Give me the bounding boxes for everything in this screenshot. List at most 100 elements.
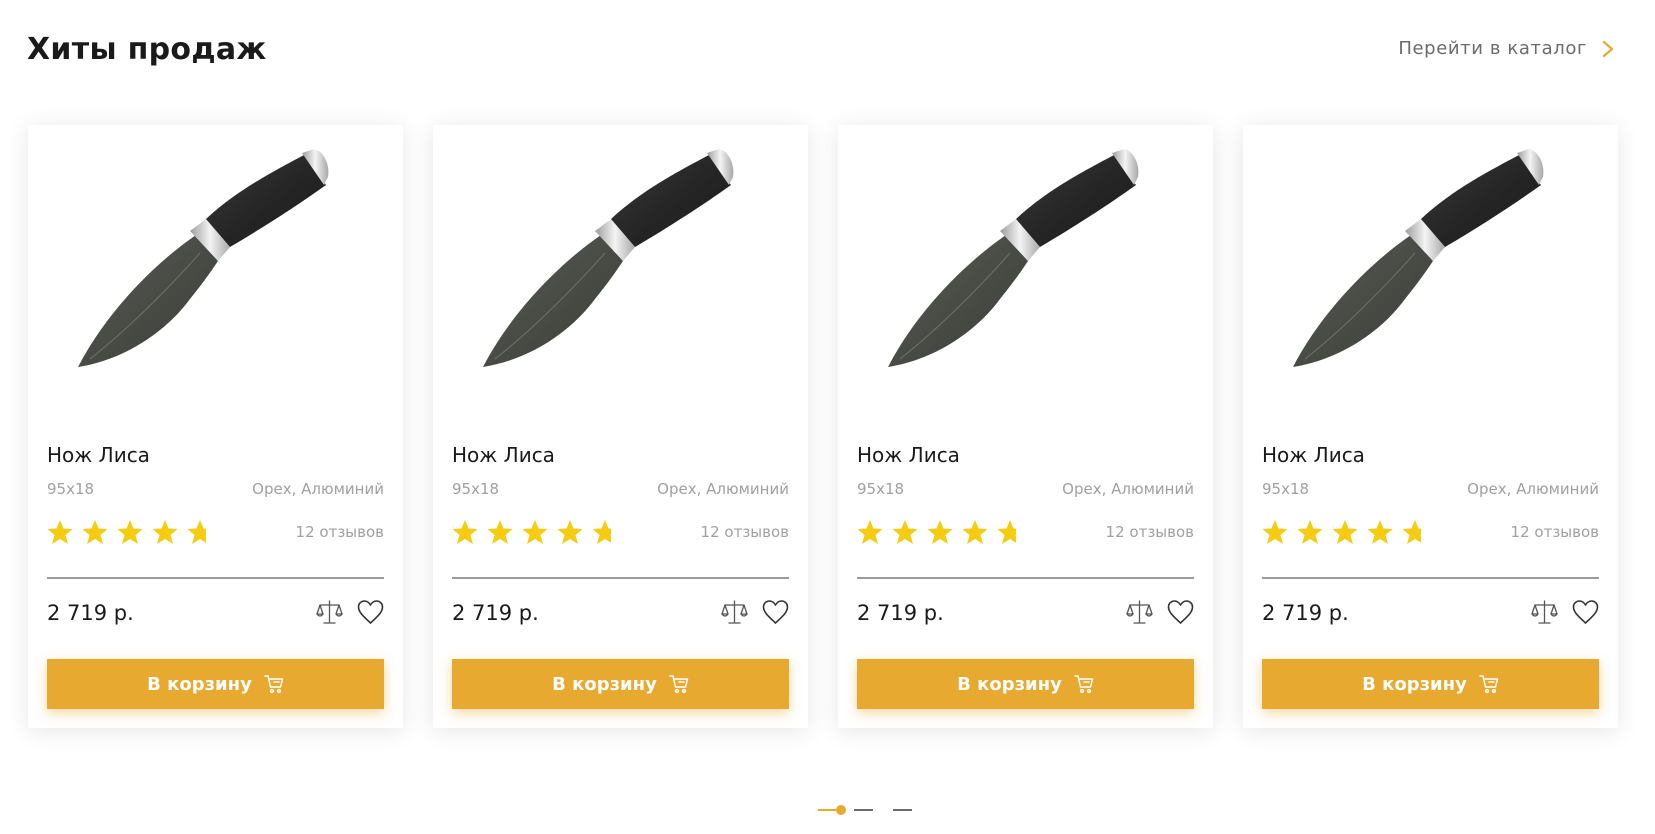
price-row: 2 719 р. xyxy=(1262,599,1599,626)
product-name[interactable]: Нож Лиса xyxy=(452,443,555,467)
product-name[interactable]: Нож Лиса xyxy=(1262,443,1365,467)
catalog-link-label: Перейти в каталог xyxy=(1398,38,1587,59)
star-filled-icon xyxy=(927,520,953,544)
product-image[interactable] xyxy=(78,149,358,389)
add-to-cart-button[interactable]: В корзину xyxy=(47,659,384,709)
heart-icon[interactable] xyxy=(1167,599,1194,626)
product-material: Орех, Алюминий xyxy=(252,480,384,498)
star-filled-icon xyxy=(857,520,883,544)
star-filled-icon xyxy=(962,520,988,544)
rating-stars xyxy=(1262,519,1428,545)
star-filled-icon xyxy=(117,520,143,544)
divider xyxy=(452,577,789,579)
cart-icon xyxy=(669,675,689,694)
product-image[interactable] xyxy=(1293,149,1573,389)
cart-icon xyxy=(1479,675,1499,694)
star-half-icon xyxy=(1402,520,1421,544)
product-name[interactable]: Нож Лиса xyxy=(47,443,150,467)
pagination-dot xyxy=(836,805,846,815)
scales-icon[interactable] xyxy=(721,599,748,626)
add-to-cart-button[interactable]: В корзину xyxy=(1262,659,1599,709)
product-meta: 95х18 Орех, Алюминий xyxy=(857,480,1194,498)
scales-icon[interactable] xyxy=(1531,599,1558,626)
divider xyxy=(857,577,1194,579)
star-half-icon xyxy=(187,520,206,544)
price-row: 2 719 р. xyxy=(47,599,384,626)
cart-icon xyxy=(1074,675,1094,694)
pagination-page[interactable] xyxy=(854,809,873,811)
product-actions xyxy=(721,599,789,626)
star-filled-icon xyxy=(47,520,73,544)
divider xyxy=(47,577,384,579)
rating-row: 12 отзывов xyxy=(47,519,384,545)
reviews-count[interactable]: 12 отзывов xyxy=(701,523,789,541)
star-half-icon xyxy=(997,520,1016,544)
star-filled-icon xyxy=(487,520,513,544)
product-material: Орех, Алюминий xyxy=(657,480,789,498)
product-steel: 95х18 xyxy=(857,480,905,498)
product-card: Нож Лиса 95х18 Орех, Алюминий 12 отзывов… xyxy=(1243,125,1618,728)
product-steel: 95х18 xyxy=(452,480,500,498)
rating-row: 12 отзывов xyxy=(857,519,1194,545)
rating-stars xyxy=(857,519,1023,545)
product-material: Орех, Алюминий xyxy=(1062,480,1194,498)
product-steel: 95х18 xyxy=(47,480,95,498)
star-filled-icon xyxy=(1332,520,1358,544)
carousel-pagination xyxy=(818,805,912,815)
product-price: 2 719 р. xyxy=(1262,600,1349,625)
rating-stars xyxy=(452,519,618,545)
chevron-right-icon xyxy=(1602,40,1614,57)
star-filled-icon xyxy=(892,520,918,544)
product-image[interactable] xyxy=(888,149,1168,389)
star-filled-icon xyxy=(1297,520,1323,544)
add-to-cart-button[interactable]: В корзину xyxy=(452,659,789,709)
add-to-cart-button[interactable]: В корзину xyxy=(857,659,1194,709)
pagination-page-active[interactable] xyxy=(818,805,846,815)
scales-icon[interactable] xyxy=(316,599,343,626)
product-price: 2 719 р. xyxy=(47,600,134,625)
scales-icon[interactable] xyxy=(1126,599,1153,626)
add-to-cart-label: В корзину xyxy=(552,673,657,695)
reviews-count[interactable]: 12 отзывов xyxy=(1106,523,1194,541)
product-card: Нож Лиса 95х18 Орех, Алюминий 12 отзывов… xyxy=(838,125,1213,728)
star-filled-icon xyxy=(82,520,108,544)
product-actions xyxy=(1126,599,1194,626)
heart-icon[interactable] xyxy=(357,599,384,626)
add-to-cart-label: В корзину xyxy=(1362,673,1467,695)
product-meta: 95х18 Орех, Алюминий xyxy=(1262,480,1599,498)
pagination-line xyxy=(818,809,836,811)
star-filled-icon xyxy=(522,520,548,544)
star-half-icon xyxy=(592,520,611,544)
product-steel: 95х18 xyxy=(1262,480,1310,498)
price-row: 2 719 р. xyxy=(452,599,789,626)
product-actions xyxy=(1531,599,1599,626)
star-filled-icon xyxy=(1367,520,1393,544)
product-name[interactable]: Нож Лиса xyxy=(857,443,960,467)
add-to-cart-label: В корзину xyxy=(957,673,1062,695)
product-meta: 95х18 Орех, Алюминий xyxy=(452,480,789,498)
cart-icon xyxy=(264,675,284,694)
heart-icon[interactable] xyxy=(762,599,789,626)
star-filled-icon xyxy=(152,520,178,544)
product-price: 2 719 р. xyxy=(452,600,539,625)
price-row: 2 719 р. xyxy=(857,599,1194,626)
pagination-page[interactable] xyxy=(893,809,912,811)
product-actions xyxy=(316,599,384,626)
rating-row: 12 отзывов xyxy=(452,519,789,545)
star-filled-icon xyxy=(452,520,478,544)
product-price: 2 719 р. xyxy=(857,600,944,625)
section-title: Хиты продаж xyxy=(27,32,267,67)
heart-icon[interactable] xyxy=(1572,599,1599,626)
product-meta: 95х18 Орех, Алюминий xyxy=(47,480,384,498)
divider xyxy=(1262,577,1599,579)
section-header: Хиты продаж Перейти в каталог xyxy=(0,0,1655,100)
product-image[interactable] xyxy=(483,149,763,389)
reviews-count[interactable]: 12 отзывов xyxy=(296,523,384,541)
product-material: Орех, Алюминий xyxy=(1467,480,1599,498)
product-card: Нож Лиса 95х18 Орех, Алюминий 12 отзывов… xyxy=(433,125,808,728)
rating-row: 12 отзывов xyxy=(1262,519,1599,545)
reviews-count[interactable]: 12 отзывов xyxy=(1511,523,1599,541)
catalog-link[interactable]: Перейти в каталог xyxy=(1398,38,1615,59)
product-card: Нож Лиса 95х18 Орех, Алюминий 12 отзывов… xyxy=(28,125,403,728)
rating-stars xyxy=(47,519,213,545)
